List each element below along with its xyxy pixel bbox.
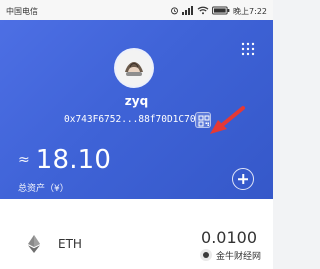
status-bar: 中国电信 晚上7:22 [0,0,273,20]
signal-icon [182,6,194,17]
wallet-avatar[interactable] [116,50,152,86]
annotation-arrow-icon [210,106,245,134]
watermark-logo-icon [199,249,212,261]
grid-dots-icon[interactable] [241,41,255,56]
watermark: 金牛财经网 [193,247,267,263]
asset-amount: 0.0100 [201,228,257,247]
total-assets-label: 总资产（¥） [18,184,69,194]
carrier-label: 中国电信 [6,7,38,16]
time-label: 晚上7:22 [233,7,267,16]
status-icons: 晚上7:22 [170,6,267,17]
add-asset-button[interactable] [232,168,254,190]
wallet-address[interactable]: 0x743F6752...88f70D1C70 [64,114,196,125]
wallet-header: zyq 0x743F6752...88f70D1C70 ≈ 18.10 总资产（… [0,20,273,199]
total-value: 18.10 [35,145,112,175]
total-balance: ≈ 18.10 [18,147,111,173]
asset-symbol: ETH [58,237,82,251]
approx-symbol: ≈ [18,152,30,168]
alarm-icon [170,6,179,17]
ethereum-icon [24,234,44,254]
watermark-text: 金牛财经网 [215,251,261,262]
wifi-icon [197,6,209,17]
avatar-image [116,50,152,86]
battery-icon [212,6,230,17]
